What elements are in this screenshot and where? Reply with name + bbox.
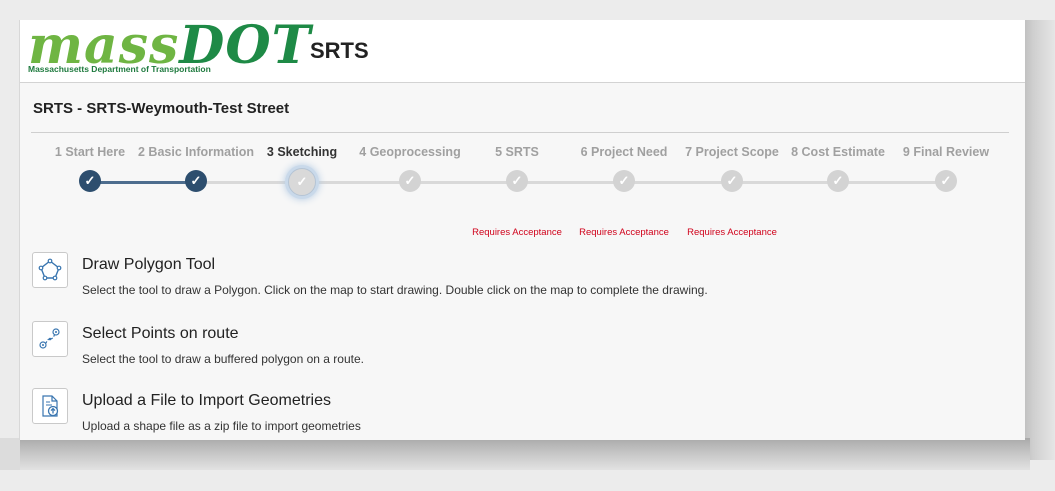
draw-polygon-title: Draw Polygon Tool bbox=[82, 256, 216, 273]
step-6-check-icon[interactable]: ✓ bbox=[613, 170, 635, 192]
step-7-check-icon[interactable]: ✓ bbox=[721, 170, 743, 192]
draw-polygon-description: Select the tool to draw a Polygon. Click… bbox=[82, 283, 708, 297]
stepper-track-complete bbox=[90, 181, 196, 184]
polygon-icon bbox=[38, 258, 62, 281]
select-points-button[interactable] bbox=[32, 321, 68, 357]
select-points-description: Select the tool to draw a buffered polyg… bbox=[82, 352, 364, 366]
logo-subtitle: Massachusetts Department of Transportati… bbox=[28, 64, 211, 74]
window-shadow-bottom bbox=[20, 438, 1030, 470]
upload-file-button[interactable] bbox=[32, 388, 68, 424]
step-7-requires-acceptance: Requires Acceptance bbox=[687, 227, 777, 238]
upload-file-title: Upload a File to Import Geometries bbox=[82, 392, 331, 409]
massdot-logo[interactable]: massDOT Massachusetts Department of Tran… bbox=[28, 16, 310, 76]
step-3-active-check-icon[interactable]: ✓ bbox=[288, 168, 316, 196]
window-shadow-corner bbox=[0, 438, 20, 470]
file-upload-icon bbox=[42, 395, 59, 417]
app-title: SRTS bbox=[310, 38, 369, 63]
draw-polygon-button[interactable] bbox=[32, 252, 68, 288]
window-shadow-right bbox=[1022, 20, 1055, 460]
draw-polygon-tool: Draw Polygon Tool Select the tool to dra… bbox=[32, 252, 992, 304]
select-points-title: Select Points on route bbox=[82, 325, 239, 342]
step-5-requires-acceptance: Requires Acceptance bbox=[472, 227, 562, 238]
step-label-geoprocessing[interactable]: 4 Geoprocessing bbox=[359, 145, 460, 159]
step-label-final-review[interactable]: 9 Final Review bbox=[903, 145, 989, 159]
step-label-basic-information[interactable]: 2 Basic Information bbox=[138, 145, 254, 159]
step-label-sketching[interactable]: 3 Sketching bbox=[267, 145, 337, 159]
step-1-complete-check-icon[interactable]: ✓ bbox=[79, 170, 101, 192]
step-4-check-icon[interactable]: ✓ bbox=[399, 170, 421, 192]
select-points-tool: Select Points on route Select the tool t… bbox=[32, 321, 992, 373]
step-label-project-need[interactable]: 6 Project Need bbox=[581, 145, 668, 159]
step-label-srts[interactable]: 5 SRTS bbox=[495, 145, 539, 159]
upload-file-description: Upload a shape file as a zip file to imp… bbox=[82, 419, 361, 433]
app-window: massDOT Massachusetts Department of Tran… bbox=[19, 16, 1025, 440]
step-5-check-icon[interactable]: ✓ bbox=[506, 170, 528, 192]
route-points-icon bbox=[39, 328, 60, 349]
step-8-check-icon[interactable]: ✓ bbox=[827, 170, 849, 192]
step-label-project-scope[interactable]: 7 Project Scope bbox=[685, 145, 779, 159]
step-9-check-icon[interactable]: ✓ bbox=[935, 170, 957, 192]
step-label-cost-estimate[interactable]: 8 Cost Estimate bbox=[791, 145, 885, 159]
step-6-requires-acceptance: Requires Acceptance bbox=[579, 227, 669, 238]
app-header: massDOT Massachusetts Department of Tran… bbox=[20, 16, 1025, 83]
upload-file-tool: Upload a File to Import Geometries Uploa… bbox=[32, 388, 992, 440]
step-label-start-here[interactable]: 1 Start Here bbox=[55, 145, 125, 159]
step-2-complete-check-icon[interactable]: ✓ bbox=[185, 170, 207, 192]
project-title: SRTS - SRTS-Weymouth-Test Street bbox=[33, 100, 290, 117]
